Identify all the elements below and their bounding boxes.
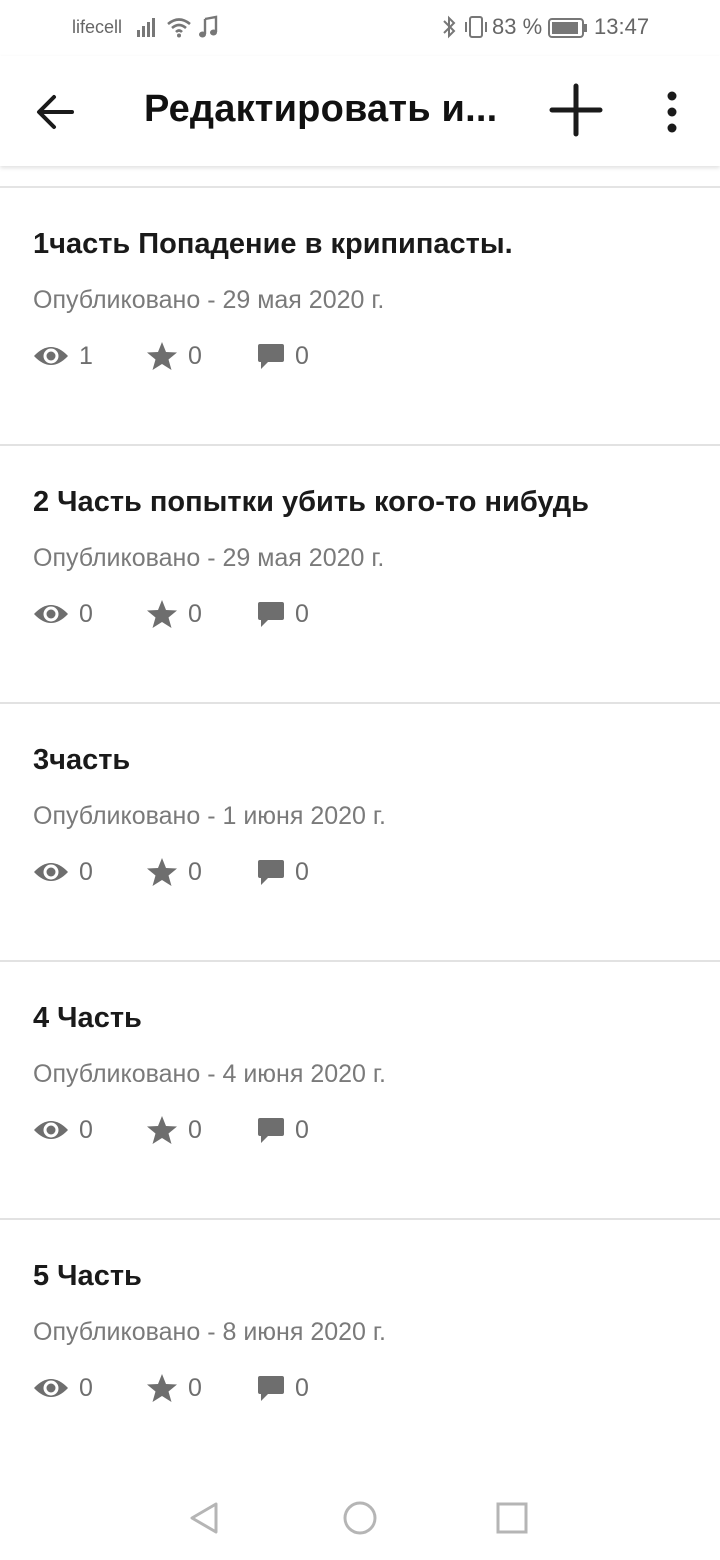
- votes-count: 0: [188, 599, 202, 628]
- part-title: 2 Часть попытки убить кого-то нибудь: [33, 486, 589, 518]
- battery-percent: 83 %: [492, 14, 543, 39]
- more-options-button[interactable]: [656, 84, 688, 140]
- votes-count: 0: [188, 857, 202, 886]
- views-count: 0: [79, 599, 93, 628]
- comments-stat: 0: [257, 1370, 309, 1406]
- eye-icon: [34, 1121, 68, 1139]
- nav-recents-icon[interactable]: [496, 1502, 528, 1534]
- votes-stat: 0: [146, 338, 202, 374]
- views-stat: 1: [33, 338, 93, 374]
- part-published-date: Опубликовано - 29 мая 2020 г.: [33, 286, 385, 314]
- votes-count: 0: [188, 341, 202, 370]
- part-list-item[interactable]: 2 Часть попытки убить кого-то нибудь Опу…: [0, 446, 720, 704]
- part-list-item[interactable]: 3часть Опубликовано - 1 июня 2020 г. 0 0…: [0, 704, 720, 962]
- comment-icon: [258, 602, 284, 627]
- carrier-name: lifecell: [72, 17, 123, 37]
- views-stat: 0: [33, 1112, 93, 1148]
- part-published-date: Опубликовано - 4 июня 2020 г.: [33, 1060, 386, 1088]
- nav-home-icon[interactable]: [342, 1500, 378, 1536]
- part-list-item[interactable]: 5 Часть Опубликовано - 8 июня 2020 г. 0 …: [0, 1220, 720, 1476]
- comments-count: 0: [295, 1115, 309, 1144]
- views-stat: 0: [33, 596, 93, 632]
- comments-count: 0: [295, 599, 309, 628]
- comments-stat: 0: [257, 854, 309, 890]
- page-title: Редактировать и...: [144, 88, 498, 130]
- part-list-item[interactable]: 1часть Попадение в крипипасты. Опубликов…: [0, 188, 720, 446]
- views-count: 1: [79, 341, 93, 370]
- part-list-item[interactable]: 4 Часть Опубликовано - 4 июня 2020 г. 0 …: [0, 962, 720, 1220]
- app-bar: Редактировать и...: [0, 56, 720, 166]
- bluetooth-icon: [443, 15, 456, 39]
- clock: 13:47: [594, 14, 650, 39]
- part-stats: 0 0 0: [33, 596, 433, 632]
- comment-icon: [258, 344, 284, 369]
- part-title: 4 Часть: [33, 1002, 142, 1034]
- part-published-date: Опубликовано - 29 мая 2020 г.: [33, 544, 385, 572]
- wifi-icon: [167, 18, 191, 38]
- votes-count: 0: [188, 1115, 202, 1144]
- comments-count: 0: [295, 1373, 309, 1402]
- eye-icon: [34, 605, 68, 623]
- nav-back-icon[interactable]: [186, 1500, 222, 1536]
- star-icon: [147, 342, 177, 370]
- votes-count: 0: [188, 1373, 202, 1402]
- part-published-date: Опубликовано - 8 июня 2020 г.: [33, 1318, 386, 1346]
- back-button[interactable]: [28, 84, 84, 140]
- star-icon: [147, 600, 177, 628]
- signal-icon: [137, 18, 155, 37]
- status-bar: lifecell 83 % 13:47: [0, 0, 720, 56]
- views-count: 0: [79, 1115, 93, 1144]
- part-stats: 0 0 0: [33, 1370, 433, 1406]
- comments-stat: 0: [257, 1112, 309, 1148]
- votes-stat: 0: [146, 1370, 202, 1406]
- comments-stat: 0: [257, 596, 309, 632]
- star-icon: [147, 1116, 177, 1144]
- add-icon: [549, 83, 603, 137]
- battery-icon: [548, 18, 587, 38]
- views-stat: 0: [33, 854, 93, 890]
- part-title: 1часть Попадение в крипипасты.: [33, 228, 513, 260]
- comments-stat: 0: [257, 338, 309, 374]
- more-vert-icon: [667, 91, 677, 133]
- eye-icon: [34, 863, 68, 881]
- eye-icon: [34, 1379, 68, 1397]
- part-title: 3часть: [33, 744, 131, 776]
- star-icon: [147, 1374, 177, 1402]
- comments-count: 0: [295, 341, 309, 370]
- parts-list: 1часть Попадение в крипипасты. Опубликов…: [0, 188, 720, 1476]
- comments-count: 0: [295, 857, 309, 886]
- back-arrow-icon: [37, 95, 74, 129]
- music-icon: [199, 15, 218, 38]
- votes-stat: 0: [146, 1112, 202, 1148]
- star-icon: [147, 858, 177, 886]
- part-published-date: Опубликовано - 1 июня 2020 г.: [33, 802, 386, 830]
- part-stats: 1 0 0: [33, 338, 433, 374]
- views-count: 0: [79, 857, 93, 886]
- part-title: 5 Часть: [33, 1260, 142, 1292]
- part-stats: 0 0 0: [33, 854, 433, 890]
- comment-icon: [258, 860, 284, 885]
- views-stat: 0: [33, 1370, 93, 1406]
- comment-icon: [258, 1376, 284, 1401]
- votes-stat: 0: [146, 596, 202, 632]
- views-count: 0: [79, 1373, 93, 1402]
- eye-icon: [34, 347, 68, 365]
- part-stats: 0 0 0: [33, 1112, 433, 1148]
- add-part-button[interactable]: [546, 78, 606, 142]
- system-nav-bar: [0, 1472, 720, 1560]
- comment-icon: [258, 1118, 284, 1143]
- vibrate-icon: [465, 16, 487, 38]
- votes-stat: 0: [146, 854, 202, 890]
